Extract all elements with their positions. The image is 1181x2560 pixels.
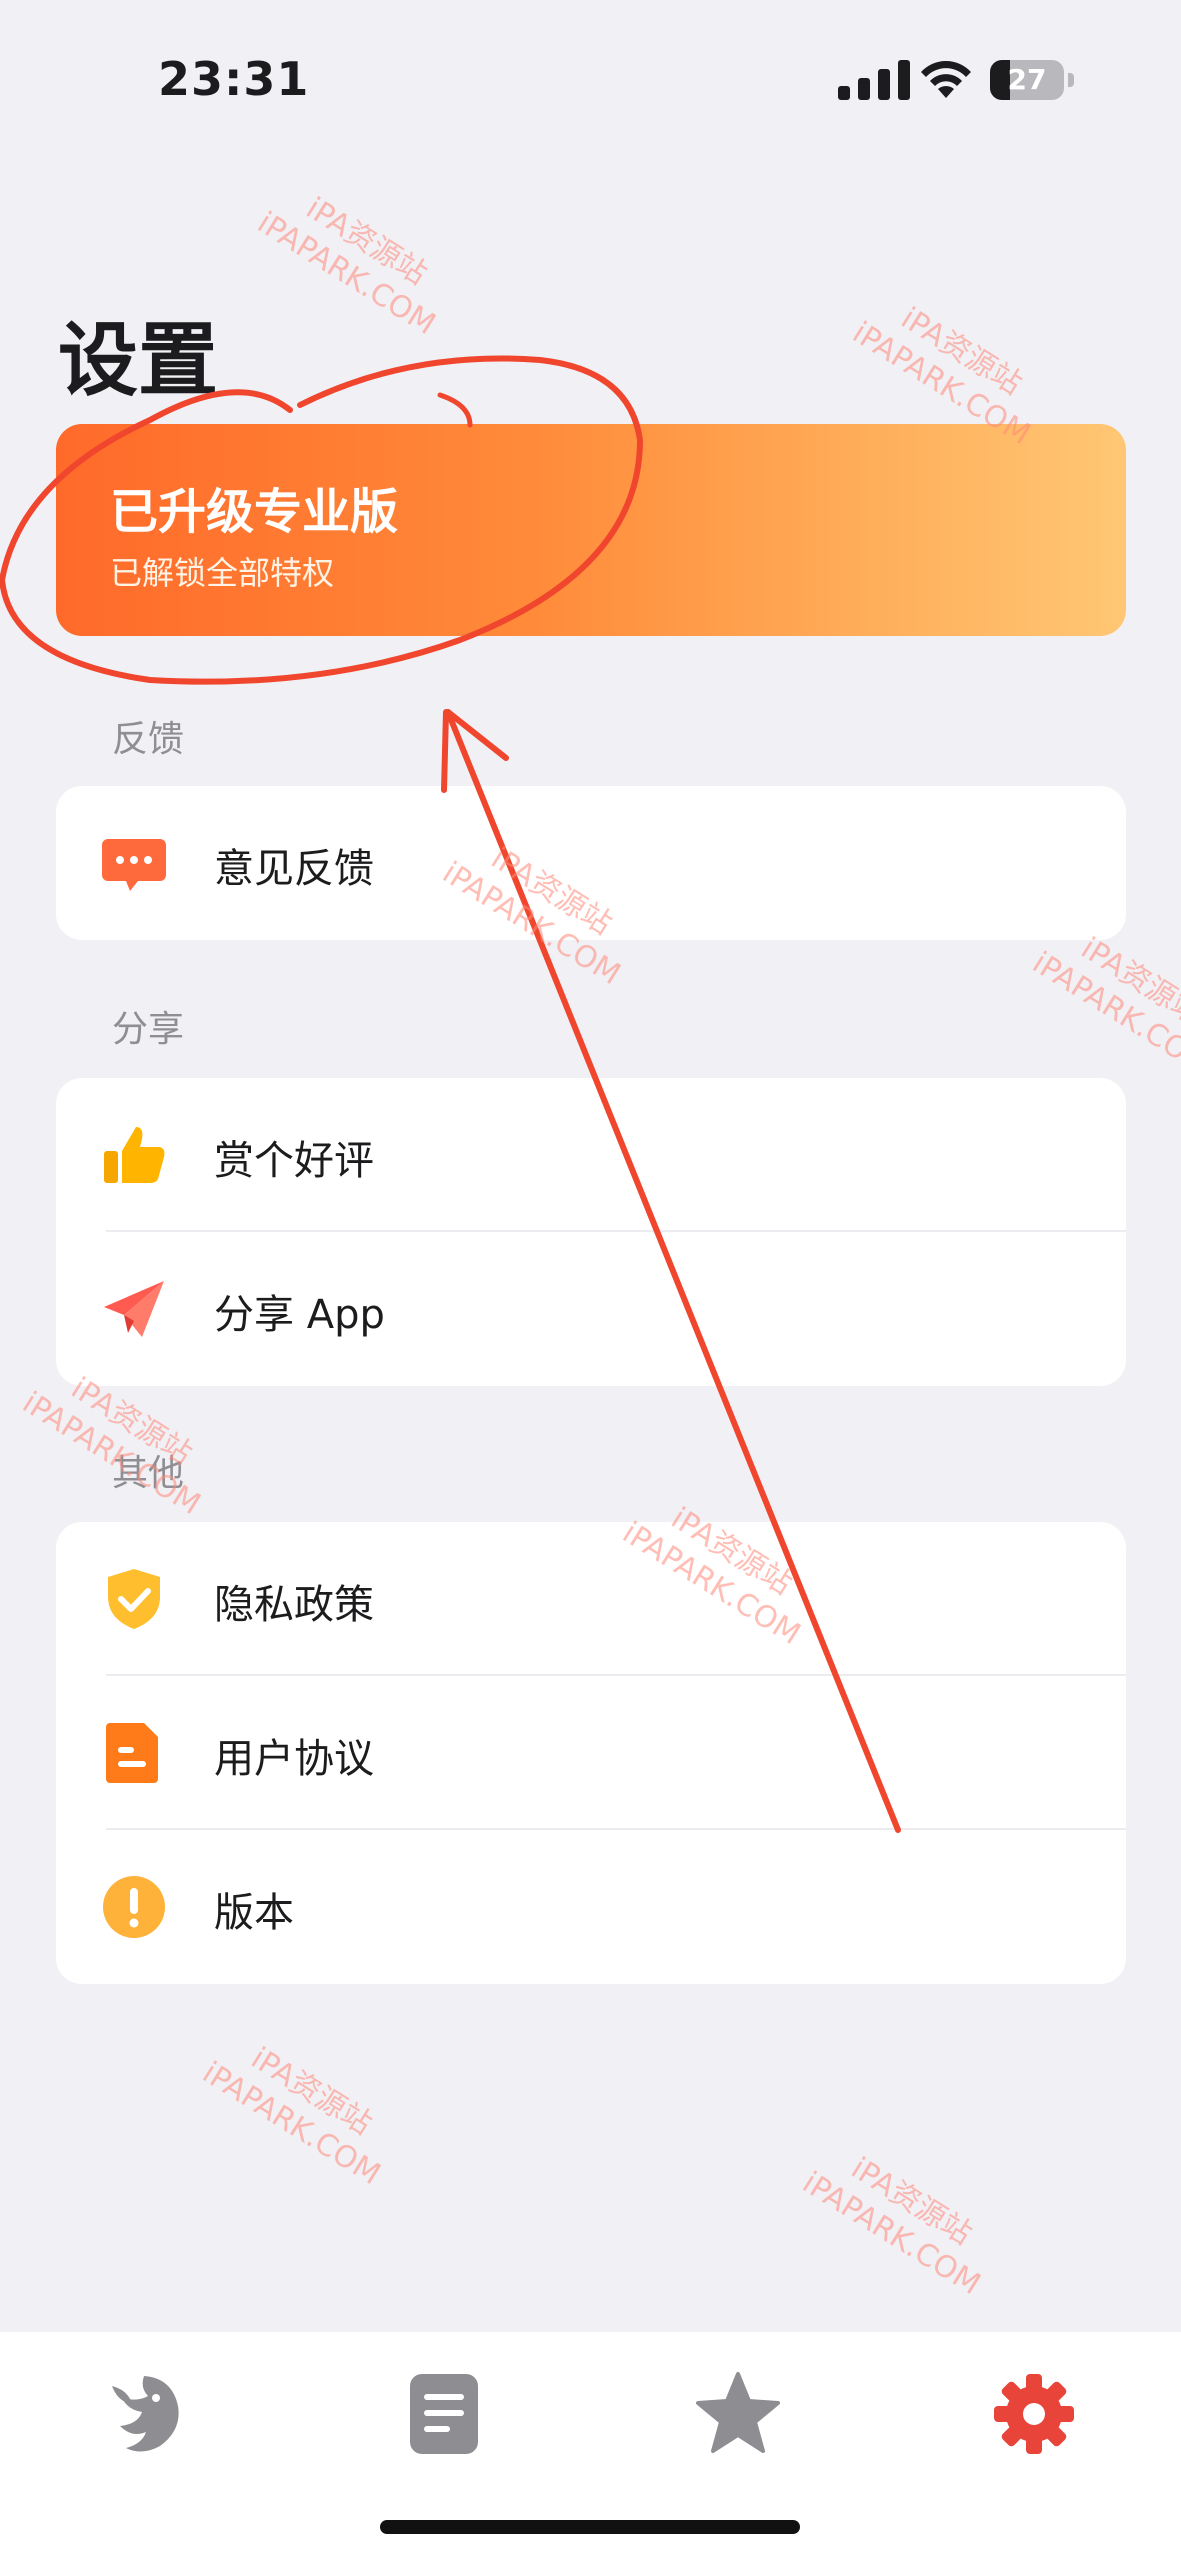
- battery-level-text: 27: [1007, 63, 1047, 96]
- watermark: iPA资源站 iPAPARK.COM: [1026, 930, 1181, 1083]
- pro-banner-subtitle: 已解锁全部特权: [110, 554, 335, 592]
- pro-upgrade-banner[interactable]: 已升级专业版 已解锁全部特权: [56, 424, 1126, 636]
- section-header-feedback: 反馈: [112, 719, 185, 760]
- row-privacy-policy[interactable]: 隐私政策: [56, 1522, 1126, 1676]
- watermark: iPA资源站 iPAPARK.COM: [251, 190, 442, 343]
- row-version[interactable]: 版本: [56, 1830, 1126, 1984]
- row-user-agreement[interactable]: 用户协议: [56, 1676, 1126, 1830]
- cellular-signal-icon: [838, 60, 910, 100]
- pro-banner-title: 已升级专业版: [110, 484, 399, 540]
- row-label: 意见反馈: [214, 846, 374, 892]
- watermark: iPA资源站 iPAPARK.COM: [796, 2150, 987, 2303]
- row-rate-app[interactable]: 赏个好评: [56, 1078, 1126, 1232]
- thumbs-up-icon: [104, 1127, 165, 1183]
- home-indicator: [380, 2520, 800, 2534]
- row-share-app[interactable]: 分享 App: [56, 1232, 1126, 1386]
- paper-plane-icon: [104, 1281, 164, 1337]
- tab-star-icon[interactable]: [692, 2368, 784, 2460]
- row-label: 隐私政策: [214, 1582, 374, 1628]
- row-label: 用户协议: [214, 1736, 374, 1782]
- shield-check-icon: [108, 1569, 160, 1629]
- other-card: 隐私政策 用户协议 版本: [56, 1522, 1126, 1984]
- exclamation-circle-icon: [103, 1876, 165, 1938]
- row-label: 赏个好评: [214, 1138, 374, 1184]
- row-label: 版本: [214, 1890, 294, 1936]
- tab-gear-icon[interactable]: [988, 2368, 1080, 2460]
- watermark: iPA资源站 iPAPARK.COM: [196, 2040, 387, 2193]
- battery-indicator: 27: [990, 60, 1076, 100]
- chat-bubble-icon: [102, 839, 166, 891]
- wifi-icon: [921, 61, 971, 98]
- document-icon: [106, 1723, 158, 1783]
- share-card: 赏个好评 分享 App: [56, 1078, 1126, 1386]
- row-label: 分享 App: [214, 1292, 385, 1338]
- page-title: 设置: [58, 314, 218, 407]
- status-time: 23:31: [158, 52, 310, 106]
- tab-list-document-icon[interactable]: [398, 2368, 490, 2460]
- tab-home-dragon-icon[interactable]: [98, 2368, 190, 2460]
- section-header-share: 分享: [112, 1009, 185, 1050]
